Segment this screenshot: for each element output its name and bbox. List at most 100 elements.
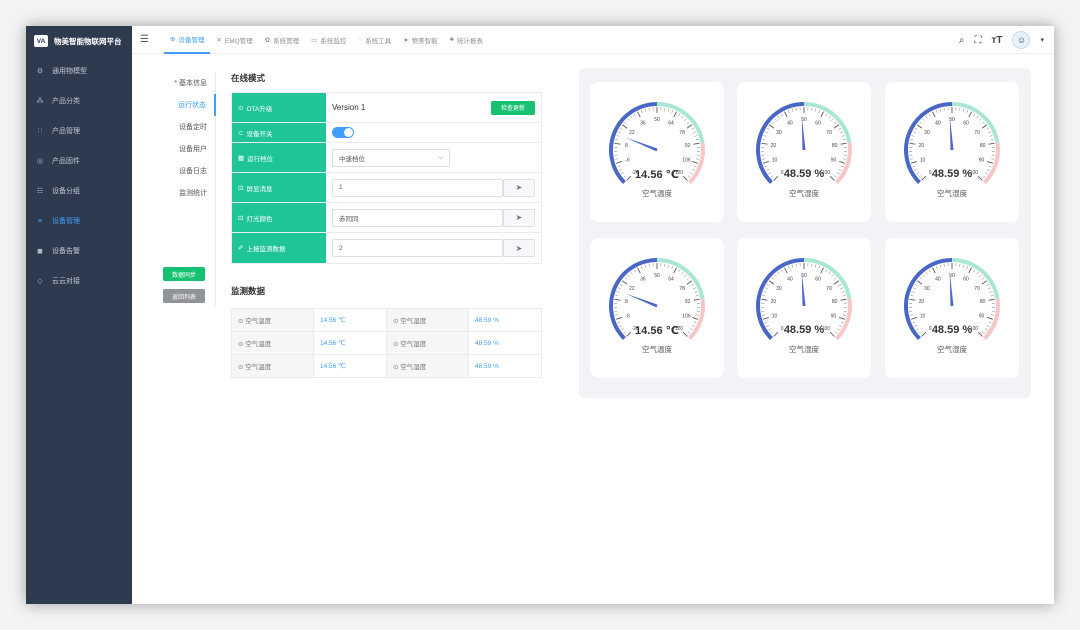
sidebar-item-5[interactable]: ≡ 设备管理 [26, 206, 132, 236]
gauge-tick [764, 165, 768, 168]
light-color-input[interactable]: 赤同同 [332, 208, 503, 227]
search-icon[interactable]: ⌕ [959, 35, 965, 46]
screen-label-text: 屏显消息 [246, 185, 273, 193]
gauge-tick [922, 274, 925, 277]
gauge-tick [648, 107, 650, 111]
gauge-tick [840, 298, 847, 301]
back-to-list-button[interactable]: 返回列表 [163, 289, 205, 303]
send-icon[interactable]: ➤ [503, 208, 535, 227]
ota-row: ⊙ OTA升级 Version 1 检查更新 [232, 93, 541, 123]
gauge-tick [909, 158, 914, 160]
tab-4[interactable]: ◌ 系统工具 [352, 26, 397, 54]
gauge-tick-label: 90 [979, 158, 985, 164]
section-nav-item-0[interactable]: * 基本信息 [162, 72, 215, 94]
gauge-tick [988, 165, 992, 168]
report-data-input[interactable]: 2 [332, 239, 503, 257]
ota-label-text: OTA升级 [246, 105, 273, 113]
gauge-tick-label: 10 [920, 158, 926, 164]
section-nav-item-5[interactable]: 监测统计 [162, 182, 215, 204]
gauge-tick [644, 108, 647, 112]
device-power-toggle[interactable] [332, 127, 354, 138]
check-update-button[interactable]: 检查更新 [491, 100, 535, 115]
send-icon[interactable]: ➤ [503, 178, 535, 197]
gauge-tick [831, 118, 834, 121]
section-nav-item-2[interactable]: 设备定时 [162, 116, 215, 138]
gauge-tick [614, 158, 619, 160]
gear-select[interactable]: 中速档位 ⌵ [332, 148, 450, 167]
tab-2[interactable]: ✿ 系统管理 [259, 26, 305, 54]
gauge-tick [910, 139, 914, 141]
gauge-tick [667, 264, 670, 268]
section-nav-item-1[interactable]: 运行状态 [162, 94, 216, 116]
menu-fold-icon[interactable]: ☰ [140, 34, 154, 45]
sidebar-item-0[interactable]: ⚙ 通用物模型 [26, 56, 132, 86]
gauge-name: 空气温度 [642, 189, 672, 198]
sidebar-item-3[interactable]: ◎ 产品固件 [26, 146, 132, 176]
gauge-tick [828, 115, 831, 119]
gauge-tick [814, 264, 817, 268]
sidebar-item-label: 产品固件 [52, 158, 80, 165]
gauge-tick [811, 263, 813, 267]
gauge-tick-label: 60 [815, 276, 821, 282]
gauge-tick [765, 287, 768, 290]
gauge-tick [909, 142, 916, 145]
gauge-tick [681, 115, 684, 119]
monitor-icon: ▭ [311, 36, 318, 44]
gauge-name: 空气湿度 [789, 189, 819, 198]
sidebar-item-label: 设备告警 [52, 248, 80, 255]
brand[interactable]: VA 物美智能物联网平台 [26, 26, 132, 56]
metric-label: ⊙ 空气湿度 [386, 331, 469, 355]
gauge-tick-label: 50 [654, 117, 660, 123]
tab-label: 物美智能 [411, 37, 438, 45]
font-size-icon[interactable]: тT [991, 35, 1002, 46]
gauge-tick-label: 70 [826, 130, 832, 136]
gauge-tick [694, 135, 698, 137]
gauge-tick [916, 280, 923, 285]
metric-label-text: 空气湿度 [400, 364, 427, 371]
fullscreen-icon[interactable]: ⛶ [974, 35, 981, 46]
gauge-tick [981, 277, 985, 280]
sidebar-item-4[interactable]: ☷ 设备分组 [26, 176, 132, 206]
gauge-tick [764, 321, 768, 324]
sidebar-item-1[interactable]: ⁂ 产品分类 [26, 86, 132, 116]
gauge-tick [618, 287, 621, 290]
section-nav-item-4[interactable]: 设备日志 [162, 160, 215, 182]
gauge-tick [916, 124, 923, 129]
tab-3[interactable]: ▭ 系统监控 [305, 26, 352, 54]
gauge-tick [841, 291, 845, 293]
gear-select-value: 中速档位 [339, 155, 365, 163]
switch-label-text: 设备开关 [246, 130, 273, 138]
gear-row: ▦ 运行档位 中速档位 ⌵ [232, 143, 541, 173]
gauge-value: 48.59 % [931, 324, 973, 336]
gauge-tick [693, 165, 697, 168]
gauge-tick [839, 161, 846, 164]
sidebar-item-7[interactable]: ◇ 云云对接 [26, 266, 132, 296]
sidebar-item-2[interactable]: ∷ 产品管理 [26, 116, 132, 146]
gauge-tick-label: 70 [826, 286, 832, 292]
data-sync-button[interactable]: 数据同步 [163, 267, 205, 281]
gauge-tick [640, 265, 643, 269]
tab-1[interactable]: ✕ EMQ管理 [210, 26, 258, 54]
gauge-tick [644, 264, 647, 268]
list-icon: ≡ [37, 217, 43, 225]
gauge-tick [615, 317, 622, 320]
metric-value: 48.59 % [468, 354, 542, 378]
gauge-tick [791, 264, 794, 268]
avatar[interactable]: ☺ [1012, 31, 1031, 49]
gauge-tick-label: 20 [919, 143, 925, 149]
gauge-tick-label: 80 [832, 299, 838, 305]
sidebar-item-6[interactable]: ◼ 设备告警 [26, 236, 132, 266]
chevron-down-icon[interactable]: ▾ [1040, 36, 1044, 44]
tab-5[interactable]: ➤ 物美智能 [397, 26, 443, 54]
gauge-tick-label: 20 [771, 299, 777, 305]
send-icon[interactable]: ➤ [503, 239, 535, 257]
screen-message-input[interactable]: 1 [332, 178, 503, 197]
gauge-tick [615, 295, 619, 297]
gauge-panel: -20 -6 8 22 36 50 64 78 92 106 120 14.56 ℃ 空气温度 0 10 20… [579, 68, 1031, 398]
tab-0[interactable]: ⊕ 设备管理 [164, 26, 211, 54]
gauge-tick [671, 109, 674, 113]
brand-title: 物美智能物联网平台 [54, 36, 122, 46]
gauge-tick [762, 295, 766, 297]
tab-6[interactable]: ♣ 统计报表 [444, 26, 489, 54]
section-nav-item-3[interactable]: 设备用户 [162, 138, 215, 160]
